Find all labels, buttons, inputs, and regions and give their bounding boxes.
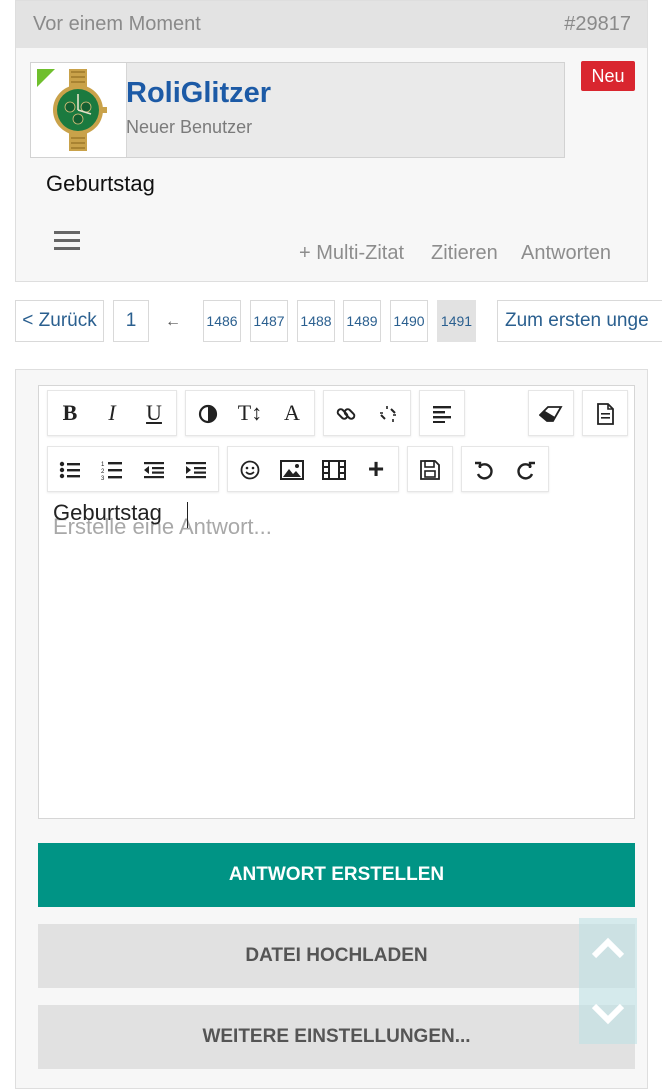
toolbar-group-insert: + [227,446,399,492]
toolbar-group-history [461,446,549,492]
toolbar-group-lists: 123 [47,446,219,492]
align-icon[interactable] [422,391,462,435]
menu-icon[interactable] [54,231,80,251]
numbered-list-icon[interactable]: 123 [92,447,132,491]
smiley-icon[interactable] [230,447,270,491]
avatar[interactable] [31,63,127,157]
bullet-list-icon[interactable] [50,447,90,491]
svg-text:1: 1 [101,462,105,468]
color-icon[interactable] [188,391,228,435]
outdent-icon[interactable] [134,447,174,491]
scroll-down-icon[interactable] [590,1002,626,1031]
toolbar-group-align [419,390,465,436]
editor-text[interactable]: Geburtstag [53,500,162,526]
italic-icon[interactable]: I [92,391,132,435]
svg-text:3: 3 [101,476,105,480]
post-number[interactable]: #29817 [564,13,631,36]
font-icon[interactable]: A [272,391,312,435]
upload-file-button[interactable]: DATEI HOCHLADEN [38,924,635,988]
eraser-icon[interactable] [531,391,571,435]
undo-icon[interactable] [464,447,504,491]
toolbar-group-link [323,390,411,436]
toolbar-group-save [407,446,453,492]
rich-text-editor[interactable]: B I U T↕ A 1 2 3 + Erstelle eine Antwort… [38,385,635,819]
more-settings-button[interactable]: WEITERE EINSTELLUNGEN... [38,1005,635,1069]
underline-icon[interactable]: U [134,391,174,435]
toolbar-group-font: T↕ A [185,390,315,436]
new-badge: Neu [581,61,635,91]
pagination-page[interactable]: 1486 [203,300,241,342]
scroll-up-icon[interactable] [590,936,626,965]
pagination-page-current[interactable]: 1491 [437,300,476,342]
reply-editor-card: B I U T↕ A 1 2 3 + Erstelle eine Antwort… [15,369,648,1089]
post-text: Geburtstag [46,171,155,196]
image-icon[interactable] [272,447,312,491]
svg-text:2: 2 [101,469,105,475]
pagination-page[interactable]: 1487 [250,300,288,342]
insert-icon[interactable]: + [356,447,396,491]
indent-icon[interactable] [176,447,216,491]
pagination-page[interactable]: 1488 [297,300,335,342]
bold-icon[interactable]: B [50,391,90,435]
first-unread-button[interactable]: Zum ersten unge [497,300,662,342]
text-caret [187,502,188,528]
user-role: Neuer Benutzer [126,117,253,137]
toolbar-group-source [582,390,628,436]
post-card: Vor einem Moment #29817 RoliGlitzer Neue… [15,0,648,282]
font-size-icon[interactable]: T↕ [230,391,270,435]
link-icon[interactable] [326,391,366,435]
online-indicator [37,69,55,87]
quote-button[interactable]: Zitieren [431,242,498,265]
toolbar-group-clear [528,390,574,436]
pagination-ellipsis-arrow: ← [165,313,181,330]
submit-reply-button[interactable]: ANTWORT ERSTELLEN [38,843,635,907]
toolbar-group-format: B I U [47,390,177,436]
pagination-page[interactable]: 1490 [390,300,428,342]
post-header: Vor einem Moment #29817 [16,1,647,48]
username[interactable]: RoliGlitzer [126,77,271,110]
save-draft-icon[interactable] [410,447,450,491]
pagination-prev[interactable]: < Zurück [15,300,104,342]
reply-button[interactable]: Antworten [521,242,611,265]
source-icon[interactable] [585,391,625,435]
multi-quote-button[interactable]: + Multi-Zitat [299,242,404,265]
post-time: Vor einem Moment [33,13,201,35]
scroll-widget [579,918,637,1044]
redo-icon[interactable] [506,447,546,491]
media-icon[interactable] [314,447,354,491]
unlink-icon[interactable] [368,391,408,435]
pagination-page-first[interactable]: 1 [113,300,149,342]
pagination-page[interactable]: 1489 [343,300,381,342]
user-box: RoliGlitzer Neuer Benutzer [30,62,565,158]
